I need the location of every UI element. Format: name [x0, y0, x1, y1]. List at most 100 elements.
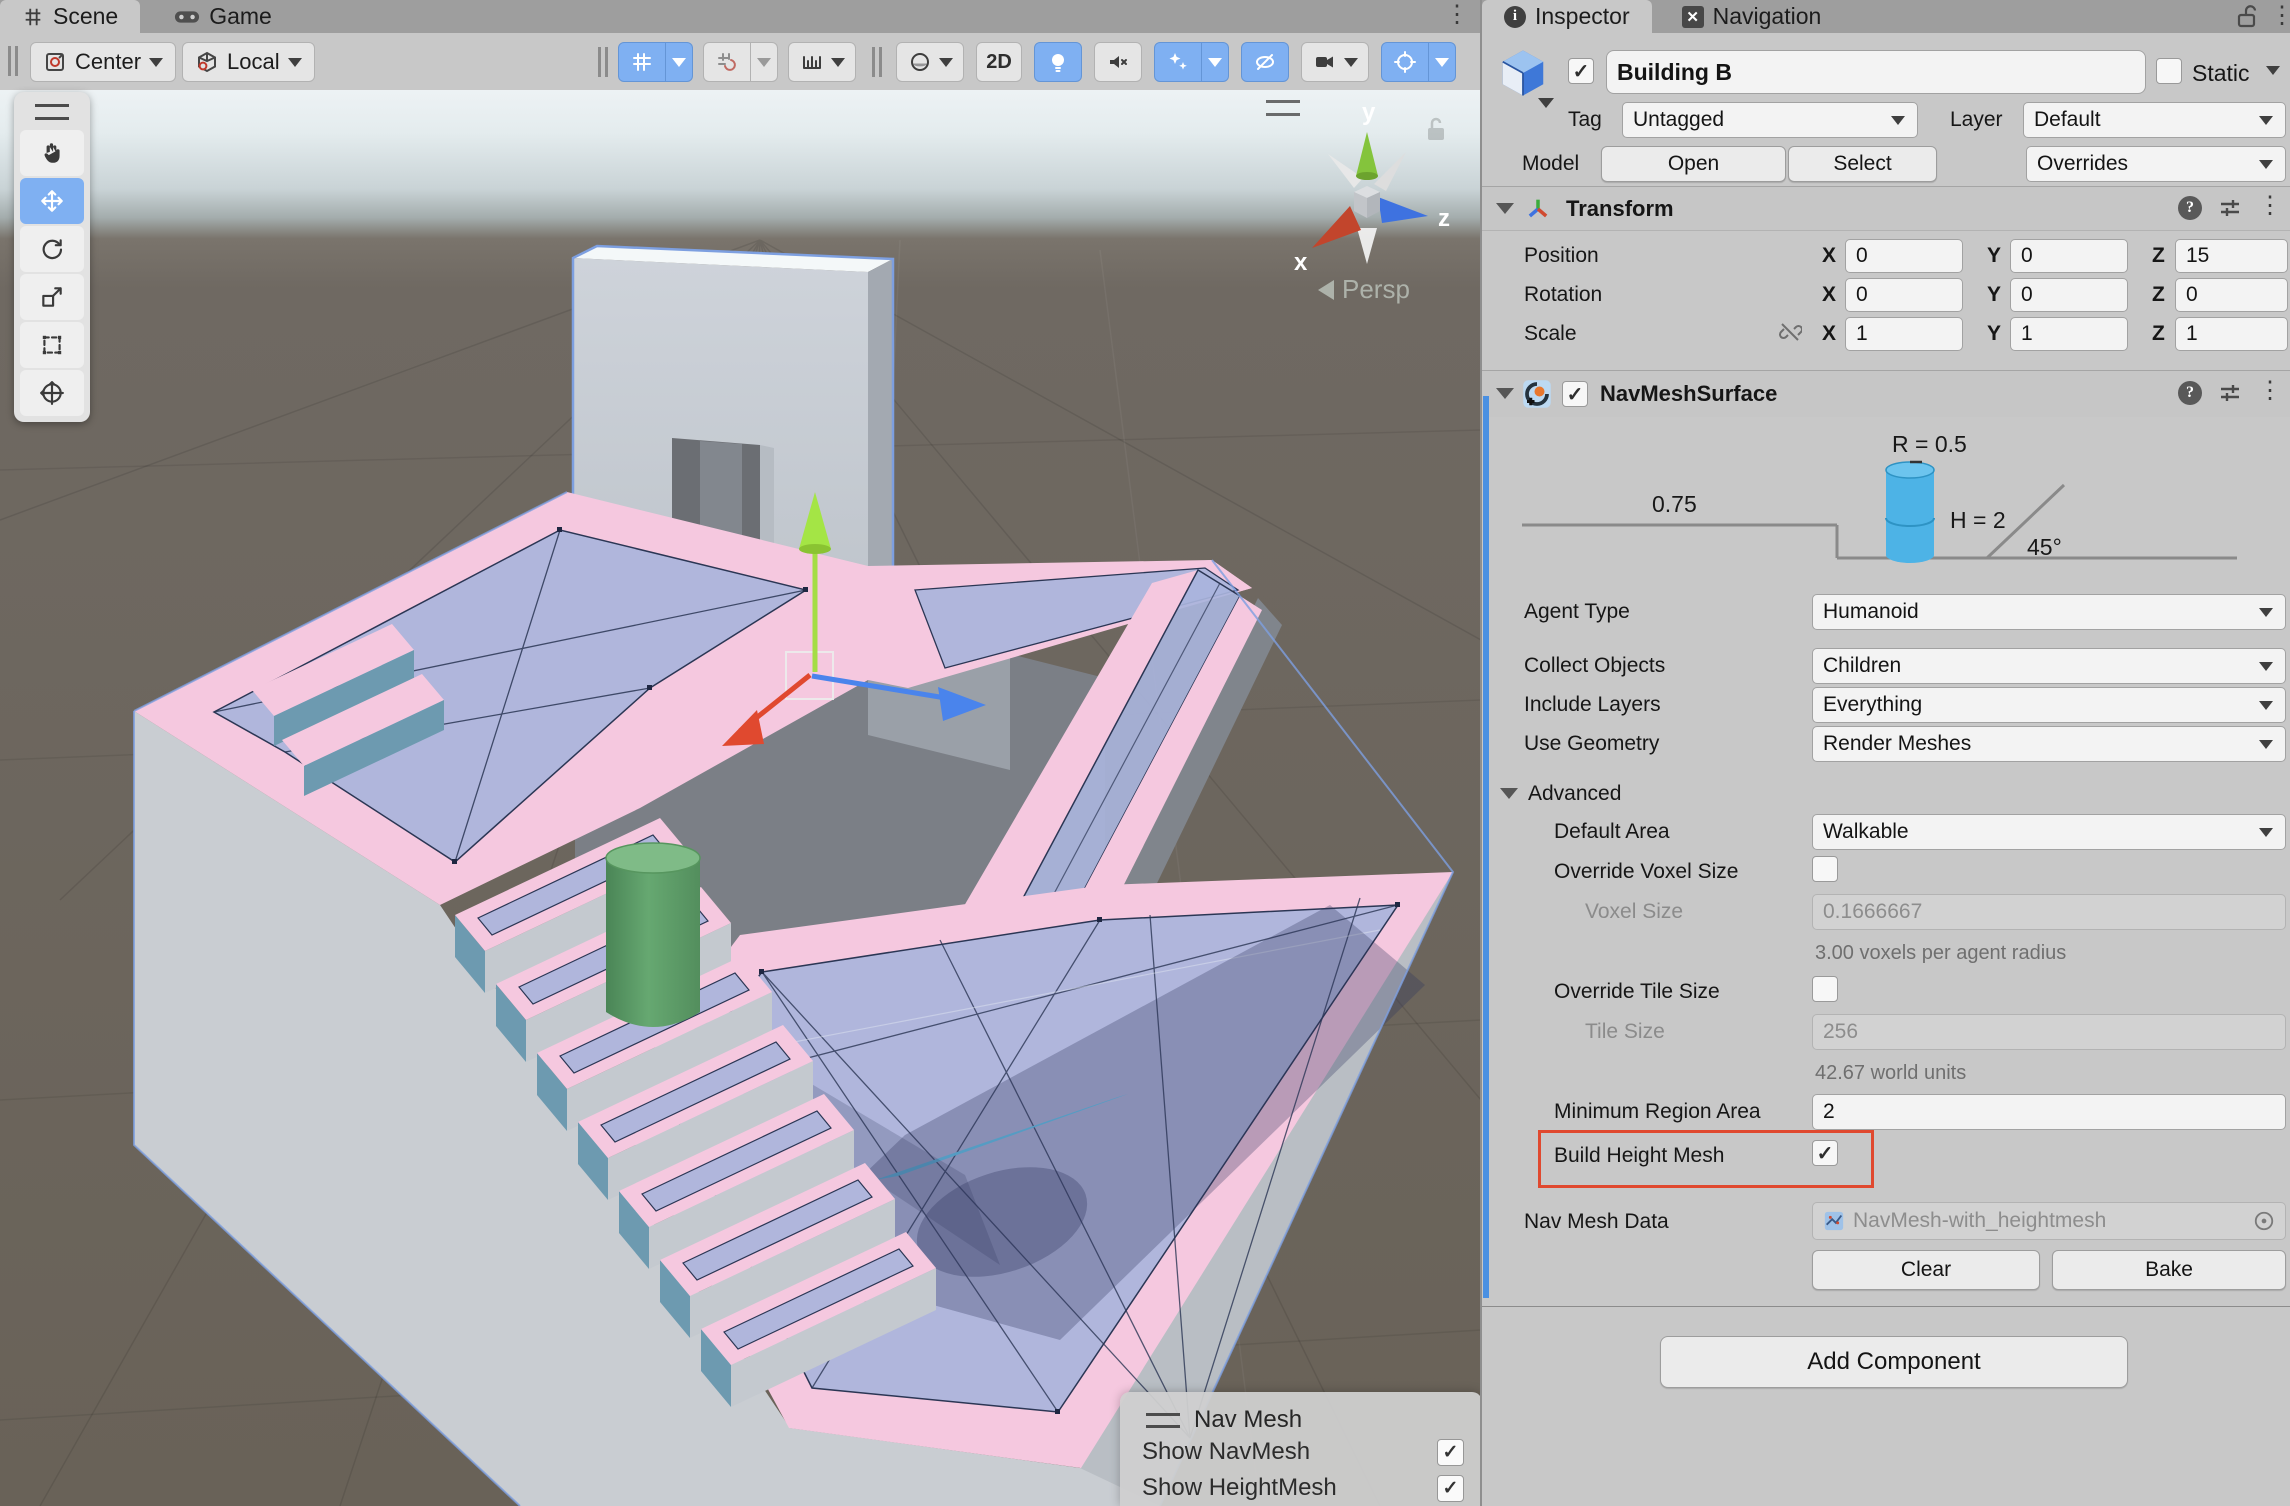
- gizmos-button[interactable]: [1381, 42, 1429, 82]
- snap-grid-dropdown[interactable]: [751, 42, 778, 82]
- grid-visibility-dropdown[interactable]: [666, 42, 693, 82]
- toolbar-drag-handle[interactable]: [598, 47, 608, 77]
- scale-tool-button[interactable]: [20, 274, 84, 320]
- rotation-y-field[interactable]: 0: [2010, 278, 2128, 312]
- scene-viewport[interactable]: [0, 90, 1481, 1506]
- hand-tool-button[interactable]: [20, 130, 84, 176]
- gameobject-name-field[interactable]: Building B: [1606, 50, 2146, 94]
- component-menu-kebab[interactable]: ⋮: [2258, 379, 2282, 403]
- rotation-z-field[interactable]: 0: [2175, 278, 2288, 312]
- build-height-mesh-checkbox[interactable]: ✓: [1812, 1140, 1838, 1166]
- toolbar-drag-handle[interactable]: [872, 47, 882, 77]
- transform-tool-button[interactable]: [20, 370, 84, 416]
- layer-dropdown[interactable]: Default: [2023, 102, 2286, 138]
- prefab-expand-caret[interactable]: [1538, 98, 1554, 108]
- gizmo-x-axis-cone[interactable]: [1312, 206, 1361, 248]
- presets-icon[interactable]: [2218, 381, 2242, 405]
- collect-objects-dropdown[interactable]: Children: [1812, 648, 2286, 684]
- view-orientation-gizmo[interactable]: y x z: [1262, 96, 1472, 296]
- object-picker-icon[interactable]: [2253, 1210, 2275, 1232]
- min-region-area-field[interactable]: 2: [1812, 1094, 2286, 1130]
- include-layers-label: Include Layers: [1524, 693, 1661, 717]
- position-x-field[interactable]: 0: [1845, 239, 1963, 273]
- draw-mode-button[interactable]: [896, 42, 964, 82]
- position-y-field[interactable]: 0: [2010, 239, 2128, 273]
- show-heightmesh-checkbox[interactable]: ✓: [1437, 1475, 1464, 1502]
- rect-tool-button[interactable]: [20, 322, 84, 368]
- help-icon[interactable]: ?: [2178, 381, 2202, 405]
- transform-header[interactable]: Transform ? ⋮: [1482, 187, 2290, 230]
- tab-inspector[interactable]: i Inspector: [1482, 0, 1652, 33]
- gizmo-z-axis-cone[interactable]: [1378, 197, 1428, 223]
- nav-mesh-data-object-field[interactable]: NavMesh-with_heightmesh: [1812, 1202, 2286, 1240]
- static-dropdown-caret[interactable]: [2266, 66, 2280, 75]
- axis-x-label: X: [1822, 244, 1836, 268]
- snap-increment-button[interactable]: [788, 42, 856, 82]
- model-select-button[interactable]: Select: [1788, 146, 1937, 182]
- camera-settings-button[interactable]: [1301, 42, 1369, 82]
- scene-lighting-button[interactable]: [1034, 42, 1082, 82]
- model-open-button[interactable]: Open: [1601, 146, 1786, 182]
- palette-drag-handle[interactable]: [35, 104, 69, 120]
- override-voxel-size-checkbox[interactable]: [1812, 856, 1838, 882]
- move-tool-button[interactable]: [20, 178, 84, 224]
- navmeshsurface-enabled-checkbox[interactable]: ✓: [1562, 381, 1588, 407]
- tab-navigation[interactable]: ✕ Navigation: [1660, 0, 1844, 33]
- gizmo-y-axis-cone[interactable]: [1356, 132, 1378, 176]
- advanced-foldout[interactable]: [1500, 788, 1518, 799]
- help-icon[interactable]: ?: [2178, 196, 2202, 220]
- scale-x-field[interactable]: 1: [1845, 317, 1963, 351]
- tab-game[interactable]: Game: [152, 0, 294, 33]
- overrides-dropdown[interactable]: Overrides: [2026, 146, 2286, 182]
- unlock-icon[interactable]: [2236, 5, 2258, 29]
- agent-settings-diagram: 0.75 R = 0.5 H = 2 45°: [1482, 430, 2290, 590]
- include-layers-dropdown[interactable]: Everything: [1812, 687, 2286, 723]
- scale-z-field[interactable]: 1: [2175, 317, 2288, 351]
- presets-icon[interactable]: [2218, 196, 2242, 220]
- hand-icon: [39, 140, 65, 166]
- override-voxel-size-label: Override Voxel Size: [1554, 860, 1738, 884]
- add-component-button[interactable]: Add Component: [1660, 1336, 2128, 1388]
- diagram-slope-label: 45°: [2027, 534, 2062, 560]
- axis-y-label: Y: [1987, 283, 2001, 307]
- static-checkbox[interactable]: [2156, 58, 2182, 84]
- tile-size-help: 42.67 world units: [1815, 1062, 1966, 1085]
- grid-visibility-button[interactable]: [618, 42, 666, 82]
- scene-effects-dropdown[interactable]: [1202, 42, 1229, 82]
- link-broken-icon[interactable]: [1778, 320, 1802, 344]
- navmeshsurface-header[interactable]: ✓ NavMeshSurface ? ⋮: [1482, 371, 2290, 417]
- default-area-label: Default Area: [1554, 820, 1670, 844]
- scale-y-field[interactable]: 1: [2010, 317, 2128, 351]
- inspector-menu-kebab[interactable]: ⋮: [2270, 4, 2290, 28]
- default-area-dropdown[interactable]: Walkable: [1812, 814, 2286, 850]
- bake-button[interactable]: Bake: [2052, 1250, 2286, 1290]
- tag-dropdown[interactable]: Untagged: [1622, 102, 1918, 138]
- overlay-drag-handle[interactable]: [1146, 1413, 1180, 1428]
- gameobject-active-checkbox[interactable]: ✓: [1568, 58, 1594, 84]
- show-navmesh-checkbox[interactable]: ✓: [1437, 1439, 1464, 1466]
- rotation-mode-dropdown[interactable]: Local: [182, 42, 315, 82]
- position-z-field[interactable]: 15: [2175, 239, 2288, 273]
- agent-type-dropdown[interactable]: Humanoid: [1812, 594, 2286, 630]
- gizmos-dropdown[interactable]: [1429, 42, 1456, 82]
- snap-grid-button[interactable]: [703, 42, 751, 82]
- 2d-toggle-button[interactable]: 2D: [976, 42, 1022, 82]
- pivot-mode-dropdown[interactable]: Center: [30, 42, 176, 82]
- scene-menu-kebab[interactable]: ⋮: [1445, 3, 1469, 27]
- rotate-tool-button[interactable]: [20, 226, 84, 272]
- show-navmesh-label: Show NavMesh: [1142, 1438, 1310, 1466]
- gizmo-center-cube[interactable]: [1354, 186, 1380, 218]
- collect-objects-label: Collect Objects: [1524, 654, 1665, 678]
- scene-visibility-button[interactable]: [1241, 42, 1289, 82]
- override-tile-size-checkbox[interactable]: [1812, 976, 1838, 1002]
- audio-mute-button[interactable]: [1094, 42, 1142, 82]
- clear-button[interactable]: Clear: [1812, 1250, 2040, 1290]
- tab-scene[interactable]: Scene: [0, 0, 140, 33]
- use-geometry-dropdown[interactable]: Render Meshes: [1812, 726, 2286, 762]
- navigation-icon: ✕: [1682, 6, 1704, 28]
- projection-toggle[interactable]: Persp: [1318, 274, 1410, 305]
- scene-effects-button[interactable]: [1154, 42, 1202, 82]
- toolbar-drag-handle[interactable]: [8, 46, 18, 76]
- rotation-x-field[interactable]: 0: [1845, 278, 1963, 312]
- component-menu-kebab[interactable]: ⋮: [2258, 194, 2282, 218]
